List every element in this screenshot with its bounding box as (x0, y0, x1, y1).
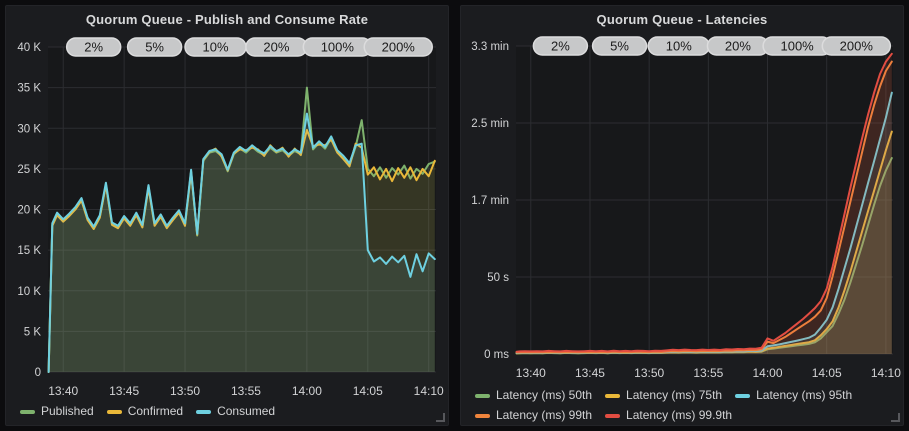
y-tick-label: 1.7 min (471, 195, 509, 207)
y-tick-label: 40 K (17, 42, 41, 54)
y-tick-label: 5 K (24, 326, 42, 338)
y-tick-label: 20 K (17, 205, 41, 217)
x-tick-label: 13:40 (48, 384, 78, 398)
panel-title[interactable]: Quorum Queue - Latencies (461, 6, 903, 27)
x-tick-label: 13:50 (170, 384, 200, 398)
resize-handle-icon[interactable] (891, 413, 900, 422)
legend-label: Consumed (217, 404, 275, 419)
legend-swatch (735, 394, 750, 398)
legend-item-consumed[interactable]: Consumed (196, 404, 275, 419)
chart-area[interactable]: 40 K35 K30 K25 K20 K15 K10 K5 K013:4013:… (6, 6, 448, 425)
y-tick-label: 10 K (17, 286, 41, 298)
x-axis-labels: 13:40 13:45 13:50 13:55 14:00 14:05 14:10 (48, 384, 444, 398)
chart-canvas[interactable]: 40 K35 K30 K25 K20 K15 K10 K5 K013:4013:… (6, 6, 450, 427)
x-tick-label: 13:55 (693, 366, 723, 380)
y-tick-label: 3.3 min (471, 41, 509, 53)
y-tick-label: 0 ms (484, 349, 509, 361)
y-tick-label: 15 K (17, 245, 41, 257)
x-tick-label: 14:10 (871, 366, 901, 380)
panel-latencies: Quorum Queue - Latencies 3.3 min2.5 min1… (460, 5, 904, 426)
x-tick-label: 13:40 (516, 366, 546, 380)
x-tick-label: 14:00 (753, 366, 783, 380)
legend-item-confirmed[interactable]: Confirmed (107, 404, 183, 419)
legend-swatch (475, 394, 490, 398)
panel-title[interactable]: Quorum Queue - Publish and Consume Rate (6, 6, 448, 27)
x-tick-label: 14:05 (353, 384, 383, 398)
pill-label: 2% (84, 40, 103, 55)
pill-label: 5% (610, 39, 629, 54)
annotation-pill-5[interactable]: 5% (593, 37, 647, 55)
x-tick-label: 14:05 (812, 366, 842, 380)
annotation-pill-200[interactable]: 200% (364, 38, 432, 56)
legend-label: Latency (ms) 50th (496, 388, 592, 403)
y-tick-label: 2.5 min (471, 118, 509, 130)
y-tick-label: 30 K (17, 123, 41, 135)
legend-label: Confirmed (128, 404, 183, 419)
annotation-pill-10[interactable]: 10% (185, 38, 246, 56)
pill-label: 20% (263, 40, 289, 55)
pill-label: 10% (666, 39, 692, 54)
pill-label: 100% (780, 39, 814, 54)
annotation-pill-20[interactable]: 20% (707, 37, 768, 55)
y-tick-label: 50 s (487, 272, 509, 284)
x-tick-label: 14:10 (414, 384, 444, 398)
y-tick-label: 25 K (17, 164, 41, 176)
pill-label: 2% (551, 39, 570, 54)
y-axis-labels: 3.3 min 2.5 min 1.7 min 50 s 0 ms (471, 41, 509, 361)
x-tick-label: 13:45 (575, 366, 605, 380)
x-tick-label: 13:55 (231, 384, 261, 398)
annotation-pill-100[interactable]: 100% (303, 38, 371, 56)
legend-item-latency-ms-95th[interactable]: Latency (ms) 95th (735, 388, 852, 403)
y-tick-label: 35 K (17, 83, 41, 95)
annotation-pill-20[interactable]: 20% (246, 38, 307, 56)
chart-area[interactable]: 3.3 min2.5 min1.7 min50 s0 ms13:4013:451… (461, 6, 903, 425)
legend-item-latency-ms-99-9th[interactable]: Latency (ms) 99.9th (605, 408, 732, 423)
legend-label: Latency (ms) 99th (496, 408, 592, 423)
x-tick-label: 13:45 (109, 384, 139, 398)
legend-swatch (107, 410, 122, 414)
y-axis-labels: 40 K 35 K 30 K 25 K 20 K 15 K 10 K 5 K 0 (17, 42, 41, 379)
legend-swatch (605, 394, 620, 398)
legend: Latency (ms) 50th Latency (ms) 75th Latenc… (475, 388, 891, 423)
x-axis-labels: 13:40 13:45 13:50 13:55 14:00 14:05 14:10 (516, 366, 901, 380)
legend-item-published[interactable]: Published (20, 404, 94, 419)
legend: Published Confirmed Consumed (20, 404, 436, 419)
panel-publish-consume-rate: Quorum Queue - Publish and Consume Rate … (5, 5, 449, 426)
dashboard: Quorum Queue - Publish and Consume Rate … (0, 0, 909, 431)
legend-swatch (196, 410, 211, 414)
legend-label: Latency (ms) 95th (756, 388, 852, 403)
legend-label: Latency (ms) 99.9th (626, 408, 732, 423)
chart-canvas[interactable]: 3.3 min2.5 min1.7 min50 s0 ms13:4013:451… (461, 6, 905, 427)
legend-item-latency-ms-50th[interactable]: Latency (ms) 50th (475, 388, 592, 403)
annotation-pill-5[interactable]: 5% (128, 38, 182, 56)
pill-label: 100% (321, 40, 355, 55)
legend-item-latency-ms-99th[interactable]: Latency (ms) 99th (475, 408, 592, 423)
annotation-pill-2[interactable]: 2% (67, 38, 121, 56)
pill-label: 20% (725, 39, 751, 54)
annotation-pill-100[interactable]: 100% (763, 37, 831, 55)
annotation-pill-10[interactable]: 10% (648, 37, 709, 55)
resize-handle-icon[interactable] (436, 413, 445, 422)
x-tick-label: 13:50 (634, 366, 664, 380)
legend-swatch (605, 414, 620, 418)
legend-item-latency-ms-75th[interactable]: Latency (ms) 75th (605, 388, 722, 403)
annotation-pill-2[interactable]: 2% (533, 37, 587, 55)
y-tick-label: 0 (35, 367, 41, 379)
legend-label: Published (41, 404, 94, 419)
x-tick-label: 14:00 (292, 384, 322, 398)
pill-label: 200% (382, 40, 416, 55)
pill-label: 200% (840, 39, 874, 54)
legend-swatch (475, 414, 490, 418)
annotation-pill-200[interactable]: 200% (822, 37, 890, 55)
legend-label: Latency (ms) 75th (626, 388, 722, 403)
pill-label: 5% (145, 40, 164, 55)
legend-swatch (20, 410, 35, 414)
pill-label: 10% (202, 40, 228, 55)
